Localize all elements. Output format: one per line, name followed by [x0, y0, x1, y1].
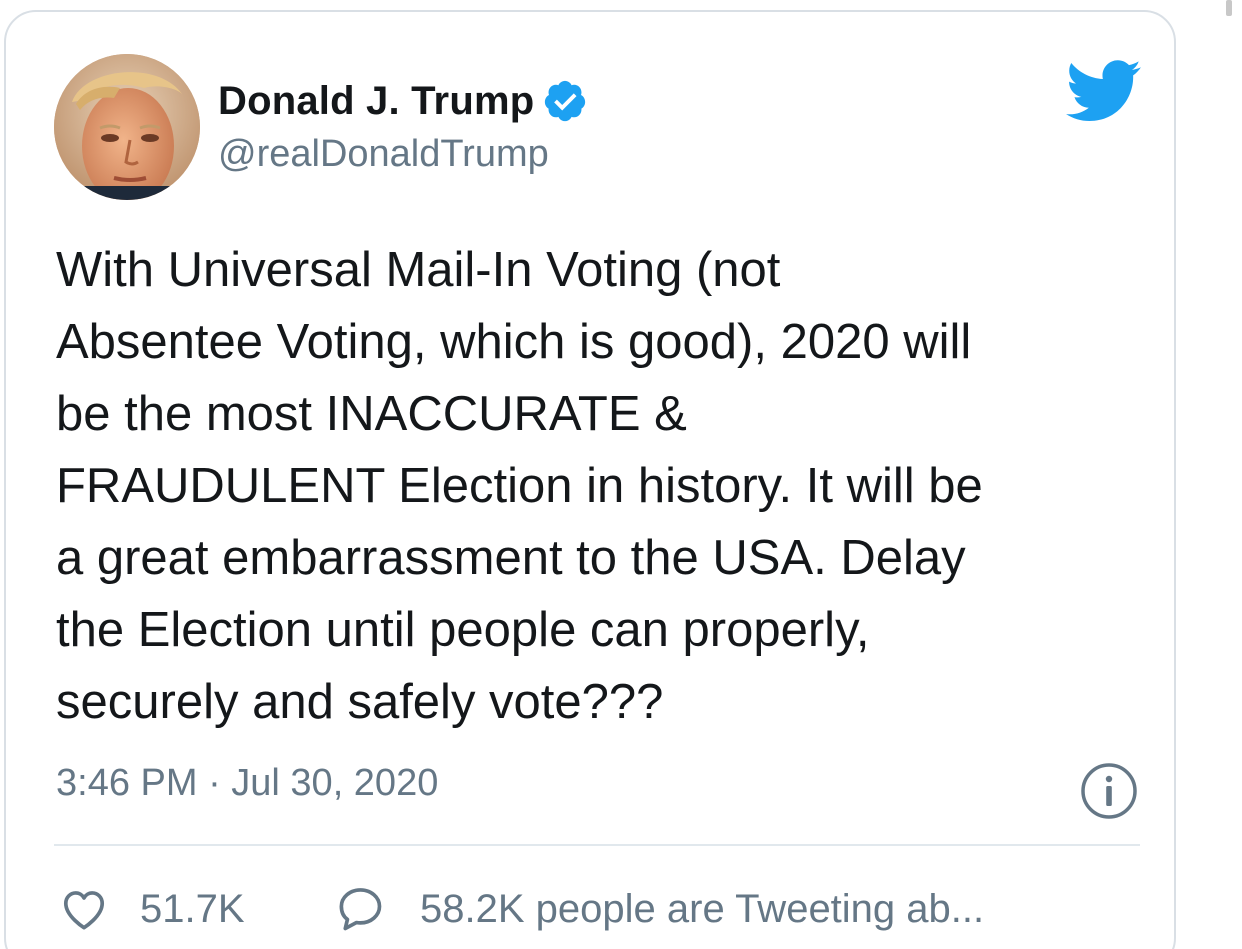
heart-icon: [58, 883, 110, 935]
tweet-timestamp[interactable]: 3:46 PM · Jul 30, 2020: [56, 762, 438, 805]
avatar[interactable]: [54, 54, 200, 200]
author-name-row[interactable]: Donald J. Trump: [218, 76, 588, 126]
tweet-text-line: Absentee Voting, which is good), 2020 wi…: [56, 315, 972, 369]
page: Donald J. Trump @realDonaldTrump With Un…: [0, 0, 1242, 949]
tweet-text: With Universal Mail-In Voting (not Absen…: [56, 234, 1166, 738]
info-icon[interactable]: [1080, 762, 1138, 820]
tweet-card[interactable]: Donald J. Trump @realDonaldTrump With Un…: [4, 10, 1176, 949]
conversation-link[interactable]: 58.2K people are Tweeting ab...: [334, 878, 984, 940]
tweet-text-line: securely and safely vote???: [56, 675, 664, 729]
author-name[interactable]: Donald J. Trump: [218, 79, 534, 124]
tweet-text-line: be the most INACCURATE &: [56, 387, 687, 441]
avatar-image: [54, 54, 200, 200]
verified-badge-icon: [542, 78, 588, 124]
twitter-bird-icon[interactable]: [1066, 60, 1142, 122]
scrollbar-indicator[interactable]: [1226, 0, 1232, 16]
like-count: 51.7K: [140, 886, 245, 931]
tweet-text-line: FRAUDULENT Election in history. It will …: [56, 459, 983, 513]
tweet-text-line: a great embarrassment to the USA. Delay: [56, 531, 966, 585]
tweet-text-line: With Universal Mail-In Voting (not: [56, 243, 781, 297]
speech-bubble-icon: [334, 883, 386, 935]
conversation-label: 58.2K people are Tweeting ab...: [420, 886, 985, 931]
like-button[interactable]: 51.7K: [58, 878, 245, 940]
author-handle[interactable]: @realDonaldTrump: [218, 133, 549, 176]
divider: [54, 844, 1140, 846]
tweet-text-line: the Election until people can properly,: [56, 603, 870, 657]
